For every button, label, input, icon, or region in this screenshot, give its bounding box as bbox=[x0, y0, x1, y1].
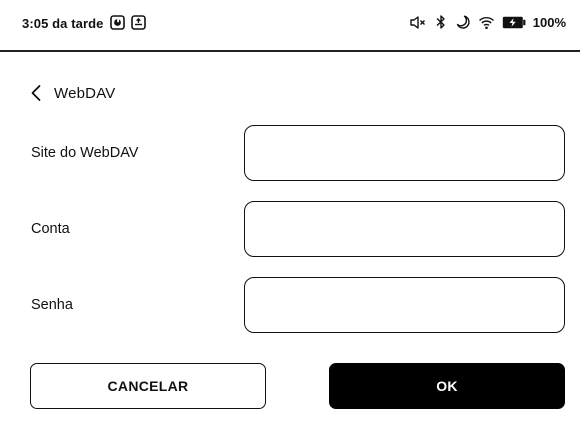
chevron-left-icon bbox=[30, 84, 42, 102]
status-bar: 3:05 da tarde 100% bbox=[0, 0, 580, 52]
bluetooth-icon bbox=[434, 14, 448, 30]
account-label: Conta bbox=[31, 221, 70, 237]
ok-button[interactable]: OK bbox=[329, 363, 565, 409]
webdav-site-label: Site do WebDAV bbox=[31, 145, 139, 161]
account-input[interactable] bbox=[244, 201, 565, 257]
status-time: 3:05 da tarde bbox=[22, 16, 104, 31]
webdav-site-row: Site do WebDAV bbox=[0, 125, 580, 181]
webdav-site-input[interactable] bbox=[244, 125, 565, 181]
page-header: WebDAV bbox=[30, 84, 116, 102]
app-indicator-icon bbox=[110, 15, 125, 30]
wifi-icon bbox=[478, 15, 495, 30]
password-input[interactable] bbox=[244, 277, 565, 333]
account-row: Conta bbox=[0, 201, 580, 257]
back-button[interactable] bbox=[30, 84, 42, 102]
battery-charging-icon bbox=[502, 16, 526, 29]
page-title: WebDAV bbox=[54, 84, 116, 102]
status-right-icons: 100% bbox=[409, 14, 566, 30]
volume-muted-icon bbox=[409, 15, 427, 30]
notification-icon bbox=[131, 15, 146, 30]
night-mode-icon bbox=[455, 14, 471, 30]
password-row: Senha bbox=[0, 277, 580, 333]
battery-percent: 100% bbox=[532, 14, 566, 30]
password-label: Senha bbox=[31, 297, 73, 313]
cancel-button[interactable]: CANCELAR bbox=[30, 363, 266, 409]
status-left-icons bbox=[110, 15, 146, 30]
